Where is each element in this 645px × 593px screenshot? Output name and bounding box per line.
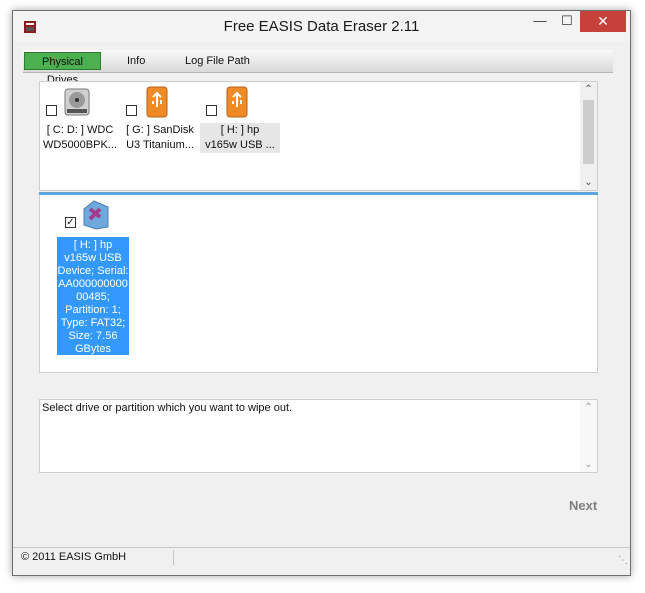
drive-checkbox[interactable] (46, 105, 57, 116)
scroll-up-icon[interactable]: ⌃ (580, 84, 597, 95)
scroll-down-icon[interactable]: ⌄ (580, 459, 597, 470)
hard-drive-icon (64, 88, 90, 116)
partition-icon (83, 200, 109, 230)
message-text: Select drive or partition which you want… (42, 402, 293, 414)
drive-checkbox[interactable] (126, 105, 137, 116)
resize-grip-icon[interactable]: ⋱ (618, 555, 628, 566)
tab-bar: Physical Drives Info Log File Path (23, 50, 613, 86)
partitions-panel: ✓ [ H: ] hp v165w USB Device; Serial: AA… (39, 195, 598, 373)
message-scrollbar[interactable]: ⌃ ⌄ (580, 400, 597, 472)
message-box: Select drive or partition which you want… (39, 399, 598, 473)
partition-checkbox[interactable]: ✓ (65, 217, 76, 228)
tab-log-file-path[interactable]: Log File Path (185, 52, 250, 70)
next-button[interactable]: Next (569, 498, 597, 513)
status-bar: © 2011 EASIS GmbH ⋱ (13, 547, 630, 568)
drives-scrollbar[interactable]: ⌃ ⌄ (580, 82, 597, 190)
tab-physical-drives[interactable]: Physical Drives (24, 52, 101, 86)
usb-drive-icon (146, 86, 168, 118)
minimize-button[interactable]: — (527, 11, 553, 32)
usb-drive-icon (226, 86, 248, 118)
drive-label: [ G: ] SanDisk U3 Titanium... (126, 124, 194, 151)
scroll-up-icon[interactable]: ⌃ (580, 402, 597, 413)
copyright-text: © 2011 EASIS GmbH (21, 551, 127, 563)
scroll-down-icon[interactable]: ⌄ (580, 177, 597, 188)
maximize-button[interactable]: ☐ (554, 11, 580, 32)
drive-label: [ H: ] hp v165w USB ... (200, 123, 280, 153)
status-divider (173, 550, 174, 565)
partition-item[interactable]: [ H: ] hp v165w USB Device; Serial: AA00… (57, 237, 129, 355)
drives-panel: [ C: D: ] WDC WD5000BPK... [ G: ] SanDis… (39, 81, 598, 191)
main-window: Free EASIS Data Eraser 2.11 — ☐ ✕ Physic… (12, 10, 631, 576)
scrollbar-thumb[interactable] (583, 100, 594, 164)
drive-label: [ C: D: ] WDC WD5000BPK... (43, 124, 117, 151)
close-button[interactable]: ✕ (580, 11, 626, 32)
title-bar: Free EASIS Data Eraser 2.11 — ☐ ✕ (13, 11, 630, 42)
tab-info[interactable]: Info (127, 52, 145, 70)
drive-checkbox[interactable] (206, 105, 217, 116)
